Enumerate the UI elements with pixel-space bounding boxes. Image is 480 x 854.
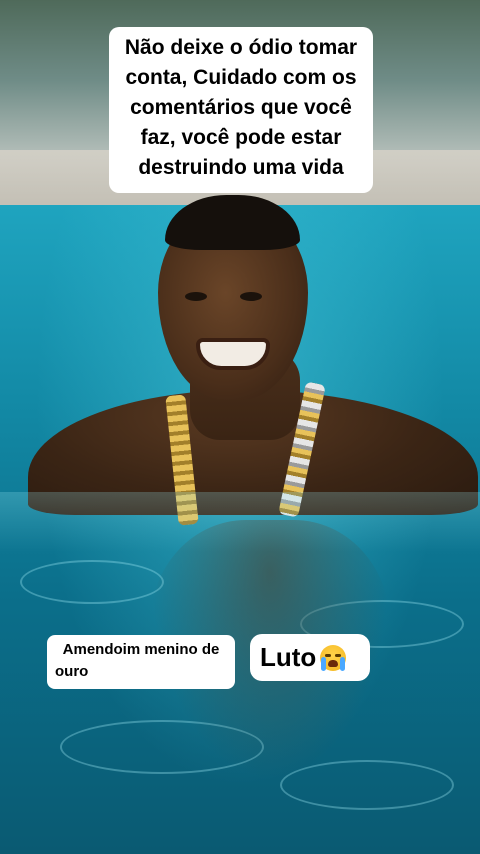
loudly-crying-face-icon	[320, 644, 347, 671]
caption-line: conta, Cuidado com os	[125, 66, 357, 89]
tag-line: ouro	[55, 663, 89, 680]
caption-line: comentários que você	[130, 96, 352, 119]
story-caption: Não deixe o ódio tomar conta, Cuidado co…	[109, 27, 373, 193]
text-sticker-reaction[interactable]: Luto	[250, 634, 370, 681]
hair	[165, 195, 300, 250]
tag-line: Amendoim menino de	[62, 641, 220, 658]
story-viewer[interactable]: Não deixe o ódio tomar conta, Cuidado co…	[0, 0, 480, 854]
waterline	[0, 492, 480, 552]
text-sticker-tag[interactable]: Amendoim menino de ouro	[47, 635, 235, 689]
crying-mouth	[328, 659, 339, 667]
caption-line: faz, você pode estar	[140, 126, 342, 149]
smile	[196, 338, 270, 370]
right-eye	[240, 292, 262, 301]
caption-line: destruindo uma vida	[138, 156, 344, 179]
reaction-text: Luto	[260, 642, 317, 672]
caption-line: Não deixe o ódio tomar	[124, 36, 358, 59]
left-eye	[185, 292, 207, 301]
tear-icon	[340, 656, 346, 671]
tear-icon	[321, 656, 327, 671]
